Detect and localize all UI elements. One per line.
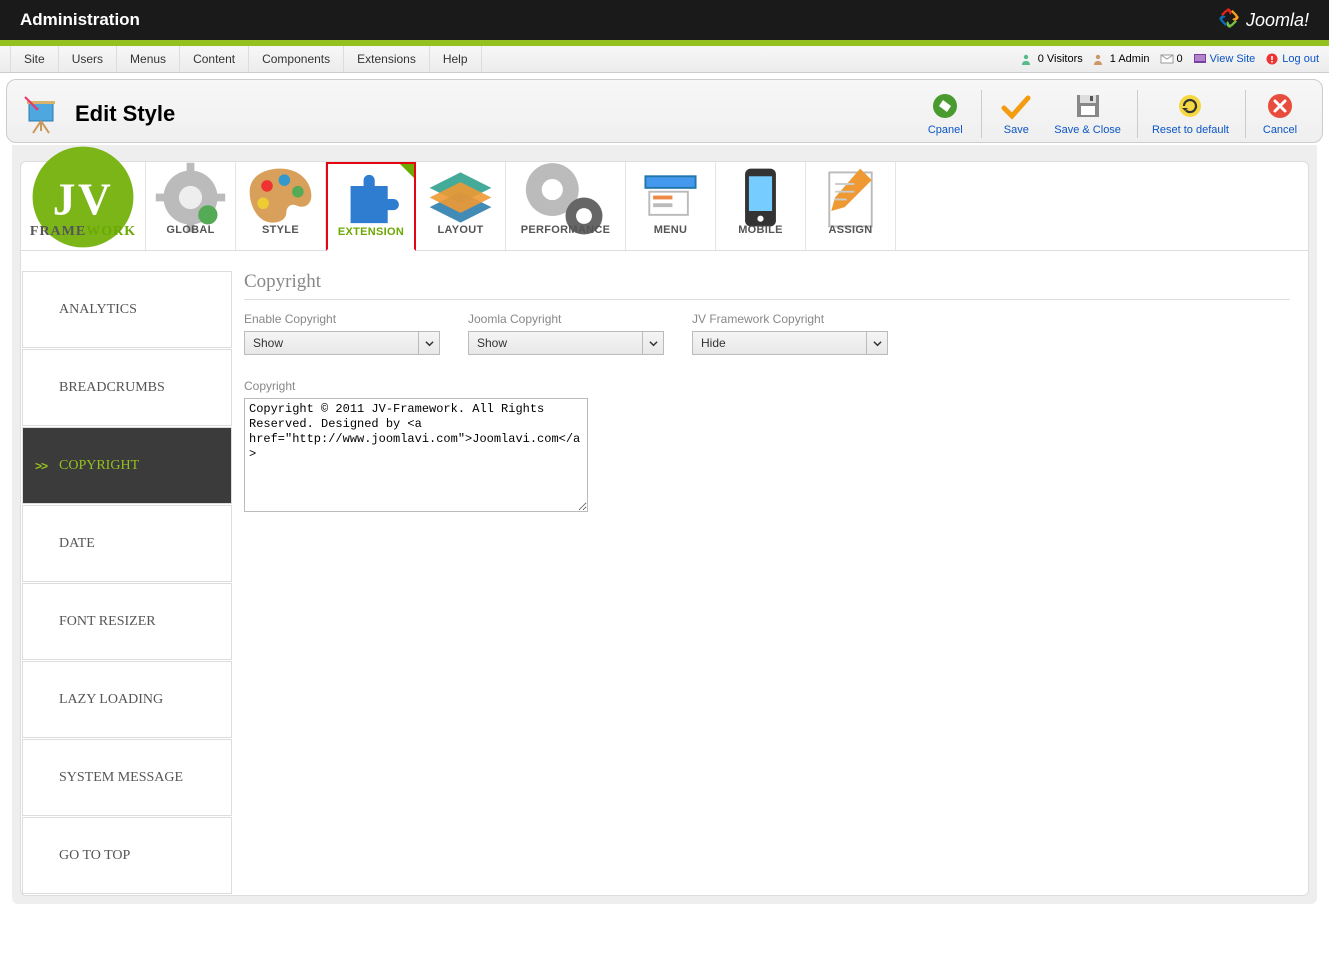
- menu-site[interactable]: Site: [10, 46, 59, 72]
- joomla-icon: [1216, 5, 1242, 36]
- top-bar: Administration Joomla!: [0, 0, 1329, 40]
- form-area: Copyright Enable Copyright Show Joomla C…: [232, 251, 1308, 895]
- side-font-resizer[interactable]: FONT RESIZER: [22, 583, 232, 660]
- palette-icon: [240, 176, 321, 218]
- toolbar: Cpanel Save Save & Close Reset to defaul…: [905, 90, 1308, 138]
- menu-menus[interactable]: Menus: [117, 46, 180, 72]
- side-copyright[interactable]: COPYRIGHT: [22, 427, 232, 504]
- menu-right: 0 Visitors 1 Admin 0 View Site Log out: [1021, 46, 1319, 72]
- status-logout[interactable]: Log out: [1265, 53, 1319, 65]
- save-icon: [1000, 92, 1032, 120]
- messages-count: 0: [1177, 53, 1183, 65]
- cpanel-button[interactable]: Cpanel: [917, 90, 973, 138]
- tab-style[interactable]: STYLE: [236, 162, 326, 250]
- user-icon: [1021, 53, 1035, 65]
- tab-assign[interactable]: ASSIGN: [806, 162, 896, 250]
- admin-title: Administration: [20, 10, 140, 30]
- mobile-icon: [720, 176, 801, 218]
- cancel-button[interactable]: Cancel: [1252, 90, 1308, 138]
- framework-prefix: FRAME: [30, 224, 86, 239]
- admin-text: 1 Admin: [1110, 53, 1150, 65]
- menu-bar: Site Users Menus Content Components Exte…: [0, 46, 1329, 73]
- admin-icon: [1093, 53, 1107, 65]
- menu-content[interactable]: Content: [180, 46, 249, 72]
- framework-suffix: WORK: [86, 224, 136, 239]
- enable-copyright-label: Enable Copyright: [244, 312, 440, 326]
- copyright-text-label: Copyright: [244, 379, 1290, 393]
- tab-layout[interactable]: LAYOUT: [416, 162, 506, 250]
- tab-menu[interactable]: MENU: [626, 162, 716, 250]
- side-breadcrumbs[interactable]: BREADCRUMBS: [22, 349, 232, 426]
- status-admin: 1 Admin: [1093, 53, 1150, 65]
- status-view-site[interactable]: View Site: [1193, 53, 1256, 65]
- reset-icon: [1174, 92, 1206, 120]
- logout-text: Log out: [1282, 53, 1319, 65]
- reset-button[interactable]: Reset to default: [1144, 90, 1237, 138]
- tab-global[interactable]: GLOBAL: [146, 162, 236, 250]
- menu-help[interactable]: Help: [430, 46, 482, 72]
- section-title: Copyright: [244, 271, 1290, 300]
- side-date[interactable]: DATE: [22, 505, 232, 582]
- status-messages[interactable]: 0: [1160, 53, 1183, 65]
- joomla-copyright-label: Joomla Copyright: [468, 312, 664, 326]
- copyright-textarea[interactable]: [244, 398, 588, 512]
- side-system-message[interactable]: SYSTEM MESSAGE: [22, 739, 232, 816]
- brand-text: Joomla!: [1246, 10, 1309, 31]
- jv-copyright-label: JV Framework Copyright: [692, 312, 888, 326]
- svg-text:JV: JV: [53, 175, 113, 225]
- cancel-icon: [1264, 92, 1296, 120]
- menu-users[interactable]: Users: [59, 46, 117, 72]
- tab-framework[interactable]: JV FRAMEWORK: [21, 162, 146, 250]
- tab-extension[interactable]: EXTENSION: [326, 162, 416, 251]
- body-row: ANALYTICS BREADCRUMBS COPYRIGHT DATE FON…: [21, 251, 1308, 895]
- menu-icon: [630, 176, 711, 218]
- menu-components[interactable]: Components: [249, 46, 344, 72]
- content-area: JV FRAMEWORK GLOBAL STYLE EXTENSION: [12, 145, 1317, 904]
- view-site-text: View Site: [1210, 53, 1256, 65]
- page-title: Edit Style: [75, 101, 175, 127]
- menu-extensions[interactable]: Extensions: [344, 46, 430, 72]
- easel-icon: [21, 93, 61, 135]
- tab-row: JV FRAMEWORK GLOBAL STYLE EXTENSION: [21, 162, 1308, 251]
- floppy-icon: [1072, 92, 1104, 120]
- tab-mobile[interactable]: MOBILE: [716, 162, 806, 250]
- cpanel-icon: [929, 92, 961, 120]
- enable-copyright-select[interactable]: Show: [244, 331, 440, 355]
- save-close-button[interactable]: Save & Close: [1046, 90, 1129, 138]
- puzzle-icon: [332, 178, 410, 220]
- tabs-container: JV FRAMEWORK GLOBAL STYLE EXTENSION: [20, 161, 1309, 896]
- gears-icon: [510, 176, 621, 218]
- assign-icon: [810, 176, 891, 218]
- side-lazy-loading[interactable]: LAZY LOADING: [22, 661, 232, 738]
- side-analytics[interactable]: ANALYTICS: [22, 271, 232, 348]
- menu-left: Site Users Menus Content Components Exte…: [10, 46, 482, 72]
- joomla-brand: Joomla!: [1216, 5, 1309, 36]
- tab-performance[interactable]: PERFORMANCE: [506, 162, 626, 250]
- layers-icon: [420, 176, 501, 218]
- save-button[interactable]: Save: [988, 90, 1044, 138]
- active-corner: [400, 164, 414, 178]
- jv-logo-icon: JV: [25, 176, 141, 218]
- status-visitors: 0 Visitors: [1021, 53, 1083, 65]
- screen-icon: [1193, 53, 1207, 65]
- alert-icon: [1265, 53, 1279, 65]
- visitors-text: 0 Visitors: [1038, 53, 1083, 65]
- jv-copyright-select[interactable]: Hide: [692, 331, 888, 355]
- gear-icon: [150, 176, 231, 218]
- mail-icon: [1160, 53, 1174, 65]
- joomla-copyright-select[interactable]: Show: [468, 331, 664, 355]
- side-go-to-top[interactable]: GO TO TOP: [22, 817, 232, 894]
- page-header-card: Edit Style Cpanel Save Save & Close: [6, 79, 1323, 143]
- extension-sidebar: ANALYTICS BREADCRUMBS COPYRIGHT DATE FON…: [21, 251, 232, 895]
